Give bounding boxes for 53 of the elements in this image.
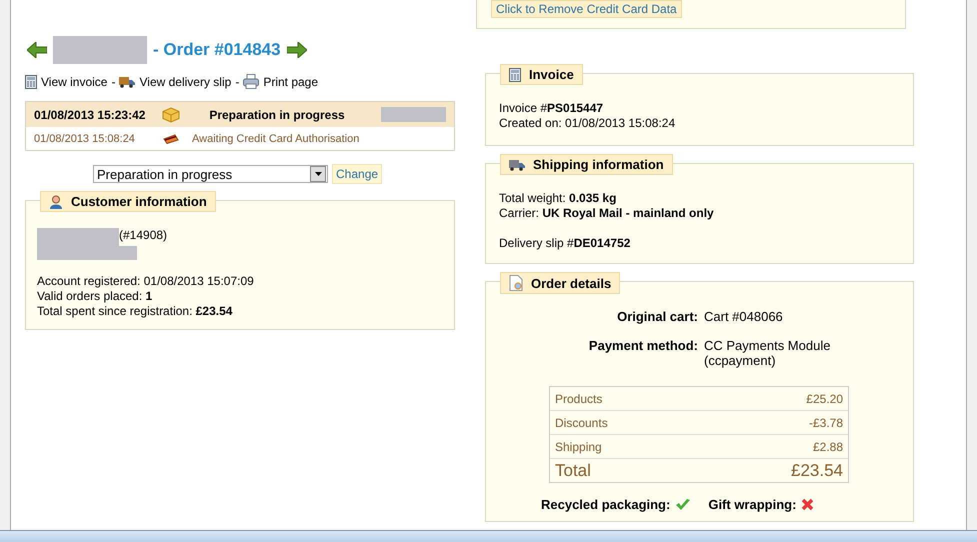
package-icon xyxy=(162,106,180,122)
total-label: Total xyxy=(555,460,591,480)
field-value: Cart #048066 xyxy=(704,309,784,324)
customer-info-line: Total spent since registration: £23.54 xyxy=(37,304,234,319)
truck-icon xyxy=(119,76,136,88)
field-value: CC Payments Module (ccpayment) xyxy=(704,338,832,368)
separator-text: - xyxy=(111,74,116,88)
total-value: -£3.78 xyxy=(808,416,843,430)
status-dropdown[interactable]: Preparation in progress xyxy=(93,165,328,183)
total-label: Products xyxy=(555,392,602,406)
customer-info-line: Account registered: 01/08/2013 15:07:09 xyxy=(37,274,255,289)
total-value: £2.88 xyxy=(812,440,843,454)
calculator-icon xyxy=(509,68,521,82)
credit-card-icon xyxy=(163,134,179,144)
history-status: Awaiting Credit Card Authorisation xyxy=(191,132,360,144)
section-header: Shipping information xyxy=(500,154,673,175)
customer-info-line: Valid orders placed: 1 xyxy=(37,289,154,304)
total-label: Shipping xyxy=(555,440,602,454)
truck-icon xyxy=(509,158,525,170)
remove-card-data-button[interactable]: Click to Remove Credit Card Data xyxy=(491,0,682,18)
person-icon xyxy=(49,194,63,208)
change-button[interactable]: Change xyxy=(332,164,382,184)
total-value: £25.20 xyxy=(806,392,843,406)
calculator-icon xyxy=(25,74,37,88)
shipping-line: Total weight: 0.035 kg xyxy=(499,191,618,206)
field-label: Original cart: xyxy=(616,309,698,324)
order-title: - Order #014843 xyxy=(153,40,281,60)
field-label: Payment method: xyxy=(588,338,698,355)
left-arrow-icon[interactable] xyxy=(27,42,47,58)
dropdown-arrow-icon xyxy=(314,172,322,176)
invoice-line: Created on: 01/08/2013 15:08:24 xyxy=(499,116,676,131)
history-date: 01/08/2013 15:08:24 xyxy=(33,132,136,144)
right-arrow-icon[interactable] xyxy=(286,42,307,58)
redacted-block xyxy=(381,107,446,122)
printer-icon xyxy=(243,74,260,89)
action-link[interactable]: View invoice xyxy=(41,74,108,88)
delivery-slip-line: Delivery slip #DE014752 xyxy=(499,236,632,251)
action-link[interactable]: View delivery slip xyxy=(139,74,232,88)
separator-text: - xyxy=(235,74,240,88)
total-value: £23.54 xyxy=(791,460,843,480)
history-status: Preparation in progress xyxy=(208,108,346,122)
section-header: Order details xyxy=(500,272,620,294)
document-icon xyxy=(509,275,523,291)
shipping-line: Carrier: UK Royal Mail - mainland only xyxy=(499,206,715,221)
option-label: Recycled packaging: xyxy=(541,497,670,512)
invoice-line: Invoice #PS015447 xyxy=(499,101,604,116)
action-link[interactable]: Print page xyxy=(263,74,318,88)
section-header: Customer information xyxy=(40,191,216,212)
section-header: Invoice xyxy=(500,64,583,85)
total-label: Discounts xyxy=(555,416,608,430)
option-label: Gift wrapping: xyxy=(708,497,796,512)
customer-id: (#14908) xyxy=(119,228,168,242)
history-date: 01/08/2013 15:23:42 xyxy=(33,108,146,122)
